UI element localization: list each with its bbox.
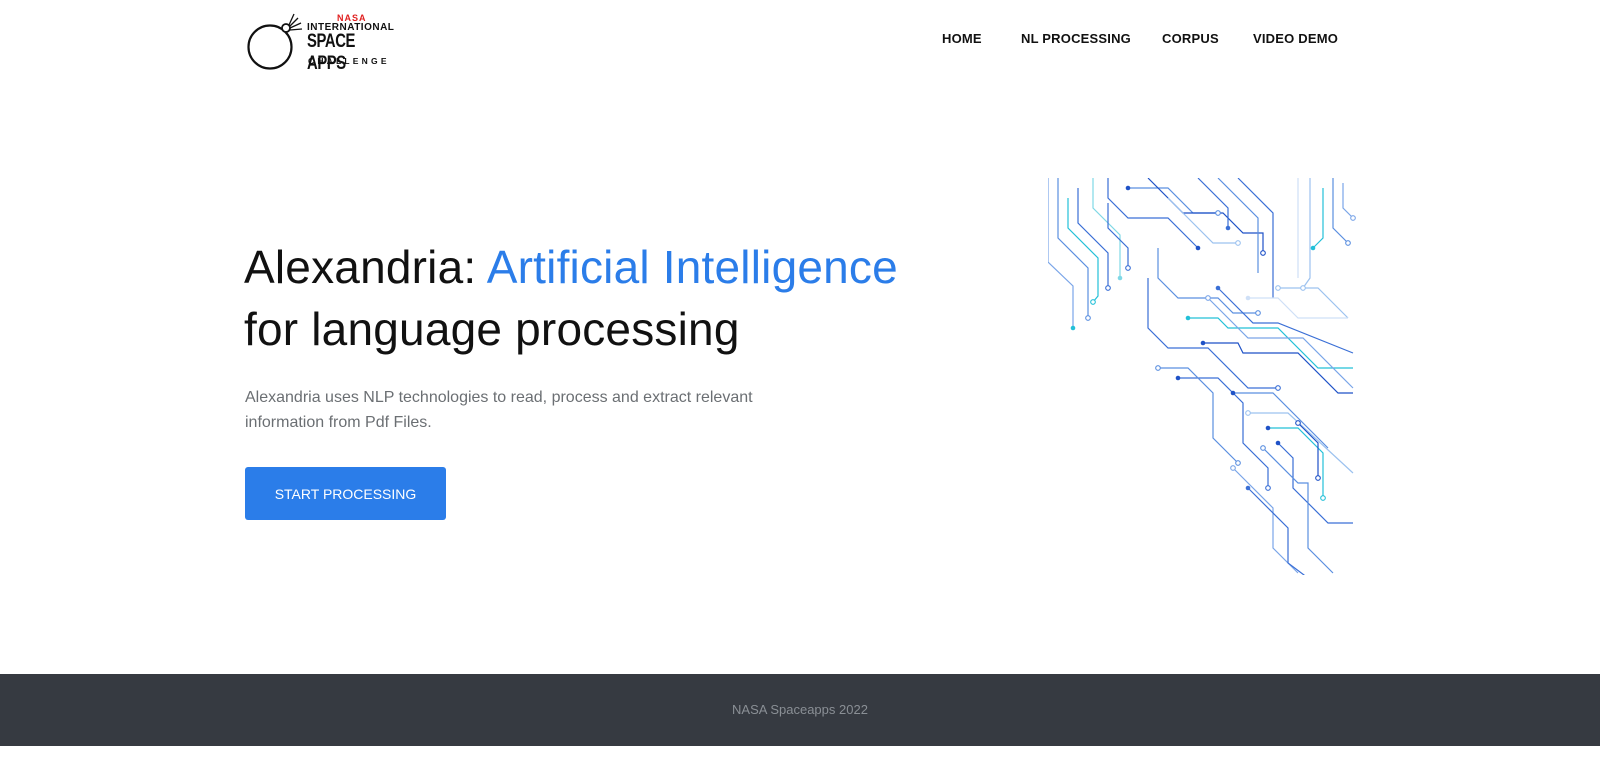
hero-description: Alexandria uses NLP technologies to read… (245, 389, 753, 431)
start-processing-button[interactable]: START PROCESSING (245, 467, 446, 520)
hero-title-highlight: Artificial Intelligence (486, 241, 898, 293)
site-footer: NASA Spaceapps 2022 (0, 674, 1600, 746)
nav-corpus-link[interactable]: CORPUS (1162, 31, 1219, 46)
nav-home-link[interactable]: HOME (942, 31, 982, 46)
nav-video-demo-link[interactable]: VIDEO DEMO (1253, 31, 1338, 46)
hero-title-prefix: Alexandria: (244, 241, 487, 293)
hero-title-line2: for language processing (244, 303, 740, 355)
hero-title: Alexandria: Artificial Intelligence for … (244, 236, 898, 360)
footer-copyright: NASA Spaceapps 2022 (732, 702, 868, 717)
nav-nl-processing-link[interactable]: NL PROCESSING (1021, 31, 1131, 46)
circuit-illustration-icon (1048, 178, 1356, 575)
logo-challenge-text: CHALLENGE (308, 56, 390, 66)
site-header: NASA INTERNATIONAL SPACE APPS CHALLENGE … (0, 0, 1600, 80)
logo-planet-icon (247, 13, 303, 70)
logo-space-apps-text: SPACE APPS (307, 31, 356, 74)
space-apps-logo[interactable]: NASA INTERNATIONAL SPACE APPS CHALLENGE (245, 10, 395, 74)
